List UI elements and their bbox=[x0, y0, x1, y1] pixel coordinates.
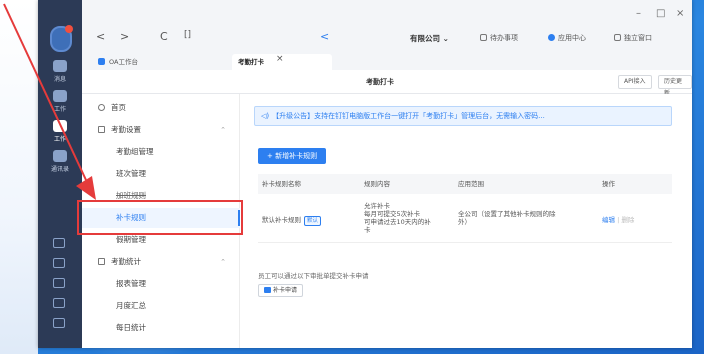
subnav-shift-mgmt[interactable]: 班次管理 bbox=[82, 164, 240, 184]
app-window: 消息 工作 工作 通讯录 – □ × < > C [] < 有限公司 ⌄ 待办事… bbox=[38, 0, 692, 348]
oa-icon bbox=[98, 58, 105, 65]
subnav-group-mgmt[interactable]: 考勤组管理 bbox=[82, 142, 240, 162]
history-button[interactable]: 历史更新 bbox=[658, 75, 692, 97]
tab-oa-workbench[interactable]: OA工作台 bbox=[92, 54, 144, 70]
rail-item-contacts[interactable]: 通讯录 bbox=[38, 150, 82, 173]
phone-icon[interactable] bbox=[53, 298, 65, 308]
notification-badge bbox=[65, 25, 73, 33]
todo-button[interactable]: 待办事项 bbox=[480, 33, 518, 43]
maximize-button[interactable]: □ bbox=[656, 8, 665, 19]
link-icon[interactable] bbox=[53, 278, 65, 288]
approval-footnote: 员工可以通过以下审批单提交补卡申请 bbox=[258, 272, 369, 280]
calendar-icon[interactable] bbox=[53, 238, 65, 248]
rule-content-cell: 允许补卡 每月可提交5次补卡 可申请过去10天内的补 卡 bbox=[364, 202, 431, 234]
mail-icon[interactable] bbox=[53, 318, 65, 328]
rail-item-work-active[interactable]: 工作 bbox=[38, 120, 82, 143]
speaker-icon: ◁) bbox=[261, 112, 270, 120]
delete-link[interactable]: 删除 bbox=[621, 216, 634, 224]
add-makeup-rule-button[interactable]: + 新增补卡规则 bbox=[258, 148, 327, 164]
default-tag: 默认 bbox=[304, 216, 322, 226]
subnav-settings[interactable]: 考勤设置 ⌃ bbox=[82, 120, 240, 140]
home-icon bbox=[98, 104, 105, 111]
tab-bar: OA工作台 考勤打卡 bbox=[82, 52, 692, 70]
tab-close-icon[interactable]: × bbox=[276, 54, 284, 64]
chevron-up-icon: ⌃ bbox=[220, 258, 226, 266]
rail-item-messages[interactable]: 消息 bbox=[38, 60, 82, 83]
highlight-box bbox=[77, 200, 243, 235]
back-button[interactable]: < bbox=[96, 30, 105, 43]
chevron-up-icon: ⌃ bbox=[220, 126, 226, 134]
minimize-button[interactable]: – bbox=[636, 8, 641, 19]
window-icon bbox=[614, 34, 621, 41]
app-rail: 消息 工作 工作 通讯录 bbox=[38, 0, 82, 348]
subnav-daily-stats[interactable]: 每日统计 bbox=[82, 318, 240, 338]
column-header-scope: 应用范围 bbox=[458, 180, 484, 188]
column-header-content: 规则内容 bbox=[364, 180, 390, 188]
column-header-actions: 操作 bbox=[602, 180, 615, 188]
workbench-icon bbox=[53, 90, 67, 102]
subnav-monthly-summary[interactable]: 月度汇总 bbox=[82, 296, 240, 316]
forward-button[interactable]: > bbox=[120, 30, 129, 43]
makeup-request-button[interactable]: 补卡申请 bbox=[258, 284, 304, 297]
rail-item-work[interactable]: 工作 bbox=[38, 90, 82, 113]
rule-name-cell: 默认补卡规则 默认 bbox=[262, 216, 322, 226]
row-divider bbox=[258, 242, 672, 243]
main-panel: ◁) 【升级公告】支持在钉钉电脑版工作台一键打开「考勤打卡」管理后台，无需输入密码… bbox=[240, 94, 692, 348]
collapse-button[interactable]: < bbox=[320, 30, 329, 43]
chart-icon bbox=[98, 258, 105, 265]
app-center-button[interactable]: 应用中心 bbox=[548, 33, 586, 43]
standalone-window-button[interactable]: 独立窗口 bbox=[614, 33, 652, 43]
close-button[interactable]: × bbox=[676, 8, 684, 19]
edit-link[interactable]: 编辑 bbox=[602, 216, 615, 224]
subnav-stats[interactable]: 考勤统计 ⌃ bbox=[82, 252, 240, 272]
checklist-icon[interactable] bbox=[53, 258, 65, 268]
company-switcher[interactable]: 有限公司 ⌄ bbox=[410, 33, 449, 44]
form-icon bbox=[264, 287, 271, 293]
subnav-home[interactable]: 首页 bbox=[82, 98, 240, 118]
page-title: 考勤打卡 bbox=[366, 78, 394, 86]
notice-banner[interactable]: ◁) 【升级公告】支持在钉钉电脑版工作台一键打开「考勤打卡」管理后台，无需输入密码… bbox=[254, 106, 672, 126]
api-button[interactable]: API接入 bbox=[618, 75, 652, 89]
subnav-report-mgmt[interactable]: 报表管理 bbox=[82, 274, 240, 294]
refresh-button[interactable]: C bbox=[160, 30, 168, 43]
settings-icon bbox=[98, 126, 105, 133]
contacts-icon bbox=[53, 150, 67, 162]
workbench-active-icon bbox=[53, 120, 67, 132]
content-header: 考勤打卡 API接入 历史更新 bbox=[82, 70, 692, 97]
chat-icon bbox=[53, 60, 67, 72]
column-header-name: 补卡规则名称 bbox=[262, 180, 301, 188]
rule-actions-cell: 编辑 | 删除 bbox=[602, 216, 635, 224]
app-center-icon bbox=[548, 34, 555, 41]
desktop-left-strip bbox=[0, 0, 38, 354]
rule-scope-cell: 全公司（设置了其他补卡规则的除 外） bbox=[458, 210, 556, 226]
todo-icon bbox=[480, 34, 487, 41]
fullscreen-button[interactable]: [] bbox=[184, 30, 191, 40]
